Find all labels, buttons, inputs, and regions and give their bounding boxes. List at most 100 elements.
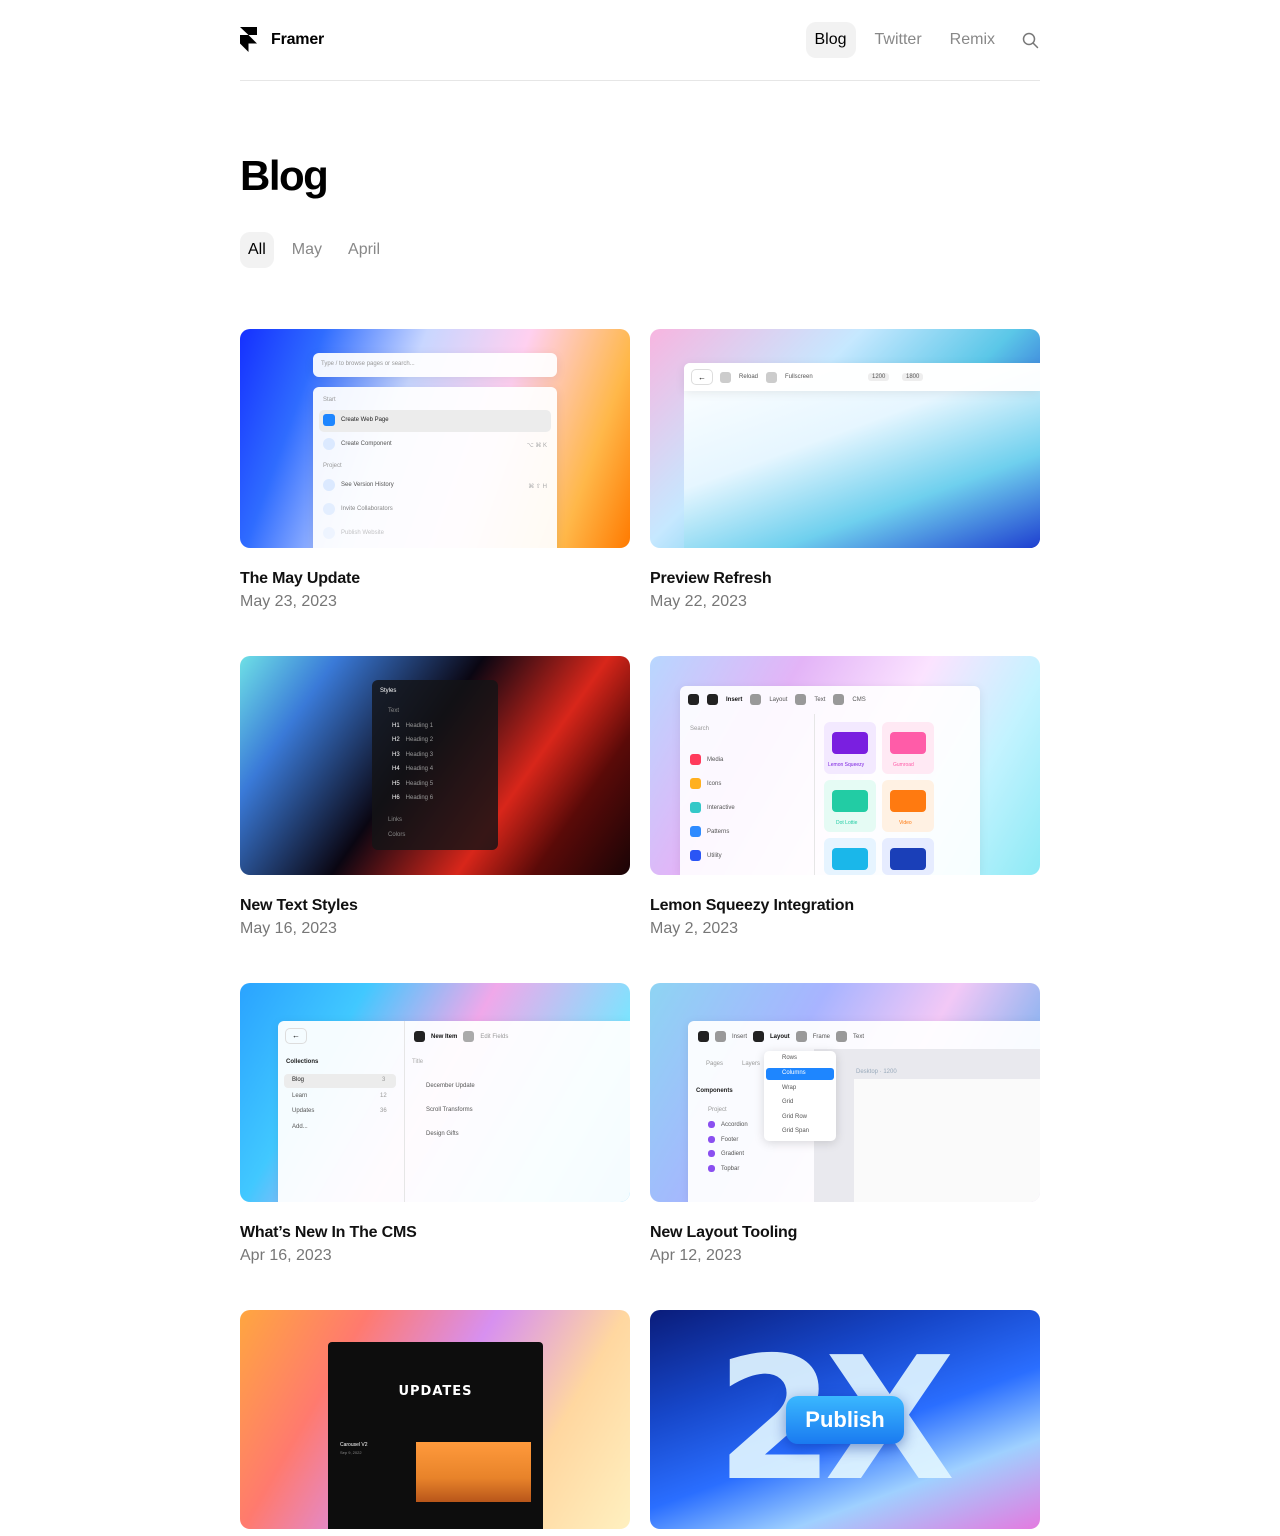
post-date: May 22, 2023 [650, 593, 747, 610]
plus-icon [414, 1031, 425, 1042]
interactive-icon [690, 802, 701, 813]
heading-tag: H3 [392, 752, 400, 758]
insert-category: Interactive [707, 804, 735, 811]
cms-row: December Update [426, 1083, 475, 1089]
gumroad-icon [890, 732, 926, 754]
search-button[interactable] [1012, 22, 1048, 58]
post-title[interactable]: New Text Styles [240, 897, 630, 915]
layout-option: Wrap [782, 1085, 797, 1091]
post-thumbnail: Styles Text H1 Heading 1 H2 Heading 2 H3 He… [240, 656, 630, 875]
post-card[interactable]: UPDATES Carousel V2 Sep 9, 2022 [240, 1310, 630, 1536]
nav-remix[interactable]: Remix [941, 22, 1004, 58]
insert-category: Icons [707, 780, 722, 787]
post-title[interactable]: What’s New In The CMS [240, 1224, 630, 1242]
component-item: Gradient [721, 1150, 745, 1157]
layout-option: Rows [782, 1055, 798, 1061]
layout-icon [753, 1031, 765, 1042]
desktop-frame [854, 1079, 1040, 1202]
heading-tag: H6 [392, 795, 400, 801]
shortcut-label: ⌘ ⇧ H [528, 484, 547, 490]
post-title[interactable]: New Layout Tooling [650, 1224, 1040, 1242]
tab-text: Text [853, 1033, 865, 1040]
utility-icon [690, 850, 701, 861]
framer-menu-icon [698, 1031, 709, 1042]
post-card[interactable]: Insert Layout Frame Text Pages Layers Co… [650, 983, 1040, 1265]
filter-all[interactable]: All [240, 232, 274, 268]
media-icon [690, 754, 701, 765]
desktop-frame-label: Desktop · 1200 [856, 1069, 897, 1075]
command-publish: Publish Website [341, 530, 384, 536]
nav-blog[interactable]: Blog [805, 22, 856, 58]
carousel-image [416, 1442, 531, 1502]
carousel-date: Sep 9, 2022 [340, 1450, 362, 1455]
command-section-project: Project [323, 463, 342, 469]
post-date: Apr 12, 2023 [650, 1247, 742, 1264]
component-item: Topbar [721, 1165, 740, 1172]
layout-option: Columns [782, 1070, 806, 1076]
text-icon [795, 694, 807, 705]
post-thumbnail: Insert Layout Frame Text Pages Layers Co… [650, 983, 1040, 1202]
lemon-squeezy-icon [832, 732, 868, 754]
nav-twitter[interactable]: Twitter [866, 22, 931, 58]
cms-icon [833, 694, 845, 705]
plus-icon [323, 438, 335, 450]
post-title[interactable]: Lemon Squeezy Integration [650, 897, 1040, 915]
filter-may[interactable]: May [284, 232, 330, 268]
video-icon [890, 790, 926, 812]
vimeo-tile [824, 838, 876, 875]
top-nav: Blog Twitter Remix [796, 22, 1041, 58]
image-tile [882, 838, 934, 875]
links-group-label: Links [388, 817, 403, 823]
heading-style-item: Heading 3 [405, 752, 434, 758]
publish-button-graphic: Publish [786, 1396, 904, 1444]
heading-style-item: Heading 6 [405, 795, 434, 801]
title-column-header: Title [412, 1059, 424, 1065]
layout-option: Grid [782, 1099, 794, 1105]
height-field: 1800 [902, 373, 924, 381]
post-thumbnail: ← Collections Blog 3 Learn 12 Updates 36… [240, 983, 630, 1202]
filter-april[interactable]: April [340, 232, 388, 268]
site-header: Framer Blog Twitter Remix [240, 0, 1040, 81]
insert-category: Patterns [707, 828, 730, 835]
globe-icon [323, 527, 335, 539]
tile-label: Dot Lottie [836, 820, 858, 826]
reload-label: Reload [739, 374, 759, 380]
post-title[interactable]: The May Update [240, 570, 630, 588]
post-card[interactable]: ← Collections Blog 3 Learn 12 Updates 36… [240, 983, 630, 1265]
new-item-button: New Item [431, 1033, 458, 1040]
post-card[interactable]: Styles Text H1 Heading 1 H2 Heading 2 H3 He… [240, 656, 630, 938]
post-thumbnail: Insert Layout Text CMS Search Media Icon… [650, 656, 1040, 875]
post-card[interactable]: Type / to browse pages or search... Star… [240, 329, 630, 611]
post-date: Apr 16, 2023 [240, 1247, 332, 1264]
collection-item: Blog [292, 1077, 305, 1083]
cms-row: Design Gifts [426, 1131, 459, 1137]
heading-tag: H1 [392, 723, 400, 729]
post-card[interactable]: ← Reload Fullscreen 1200 1800 Preview Re… [650, 329, 1040, 611]
search-icon [1022, 32, 1038, 48]
updates-site-preview: UPDATES Carousel V2 Sep 9, 2022 [328, 1342, 543, 1529]
command-search-field: Type / to browse pages or search... [313, 353, 557, 377]
layout-option: Grid Row [782, 1114, 808, 1120]
add-collection: Add... [292, 1124, 308, 1130]
heading-tag: H5 [392, 781, 400, 787]
component-icon [708, 1121, 715, 1128]
post-card[interactable]: 2X Publish [650, 1310, 1040, 1536]
tile-label: Lemon Squeezy [828, 762, 865, 768]
updates-heading: UPDATES [398, 1384, 473, 1399]
text-icon [836, 1031, 848, 1042]
heading-style-item: Heading 2 [405, 737, 434, 743]
editor-window: Insert Layout Frame Text Pages Layers Co… [688, 1021, 1040, 1202]
post-title[interactable]: Preview Refresh [650, 570, 1040, 588]
carousel-caption: Carousel V2 [340, 1442, 368, 1448]
layout-icon [750, 694, 762, 705]
user-icon [323, 503, 335, 515]
brand-logo[interactable]: Framer [240, 27, 324, 52]
framer-menu-icon [688, 694, 699, 705]
tab-frame: Frame [812, 1033, 831, 1040]
heading-tag: H2 [392, 737, 400, 743]
tile-label: Gumroad [893, 762, 914, 768]
insert-category: Utility [707, 852, 722, 859]
back-arrow-icon: ← [692, 370, 712, 384]
post-card[interactable]: Insert Layout Text CMS Search Media Icon… [650, 656, 1040, 938]
post-thumbnail: 2X Publish [650, 1310, 1040, 1529]
